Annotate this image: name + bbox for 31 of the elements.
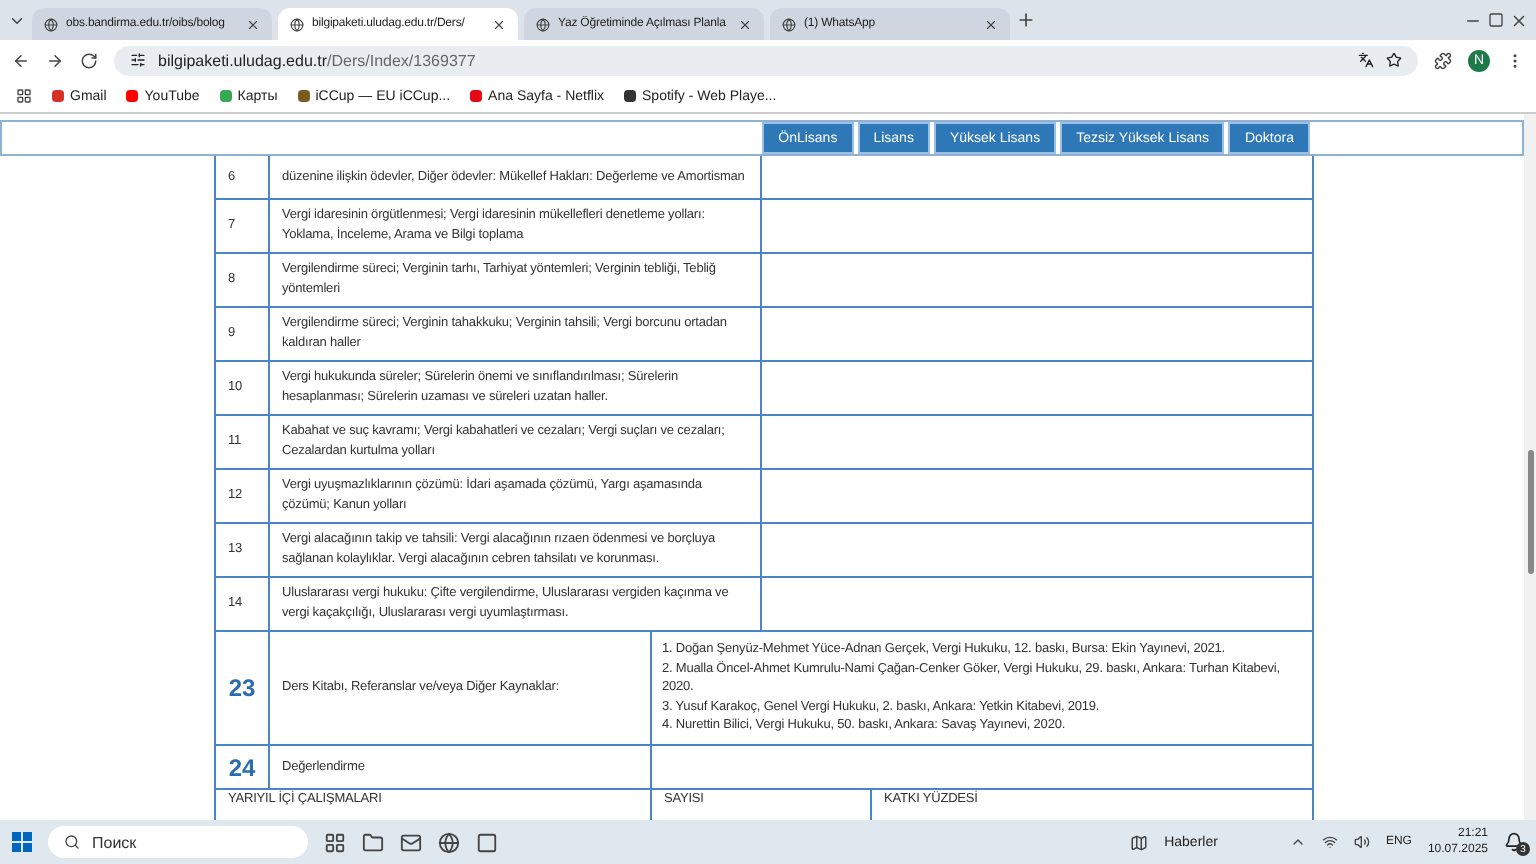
app-icon[interactable] xyxy=(476,831,498,853)
mail-icon[interactable] xyxy=(400,831,422,853)
globe-icon xyxy=(536,17,550,31)
apps-icon[interactable] xyxy=(16,88,32,104)
extension-icon[interactable] xyxy=(1434,51,1452,69)
section-number: 24 xyxy=(216,746,270,788)
browser-icon[interactable] xyxy=(438,831,460,853)
close-icon[interactable] xyxy=(738,17,752,31)
close-icon[interactable] xyxy=(246,17,260,31)
volume-icon[interactable] xyxy=(1353,834,1370,850)
close-icon[interactable] xyxy=(984,17,998,31)
reload-icon[interactable] xyxy=(80,51,98,69)
scrollbar-thumb[interactable] xyxy=(1527,450,1533,574)
address-bar[interactable]: bilgipaketi.uludag.edu.tr/Ders/Index/1369377 xyxy=(114,45,1418,75)
task-view-icon[interactable] xyxy=(324,831,346,853)
taskbar-search[interactable]: Поиск xyxy=(48,826,308,858)
section-number: 23 xyxy=(216,632,270,744)
folder-icon[interactable] xyxy=(362,831,384,853)
back-icon[interactable] xyxy=(12,51,30,69)
close-icon[interactable] xyxy=(492,17,506,31)
windows-icon[interactable] xyxy=(12,832,32,852)
wifi-icon[interactable] xyxy=(1321,834,1338,850)
search-icon xyxy=(64,834,80,850)
close-icon[interactable] xyxy=(1510,11,1528,29)
new-tab-icon[interactable] xyxy=(1016,10,1036,30)
chevron-up-icon[interactable] xyxy=(1289,834,1306,850)
forward-icon[interactable] xyxy=(46,51,64,69)
globe-icon xyxy=(290,17,304,31)
globe-icon xyxy=(44,17,58,31)
maximize-icon[interactable] xyxy=(1488,12,1504,28)
globe-icon xyxy=(782,17,796,31)
